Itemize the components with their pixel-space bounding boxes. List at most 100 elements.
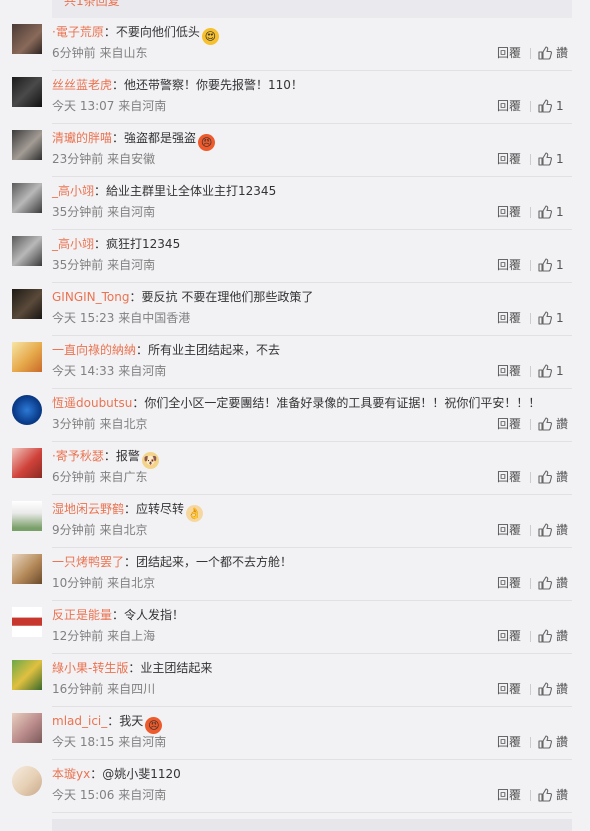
reply-button[interactable]: 回覆 [497, 626, 521, 646]
username-link[interactable]: _高小翊 [52, 184, 94, 198]
avatar[interactable] [12, 77, 42, 107]
action-separator [530, 578, 531, 589]
like-button[interactable]: 讚 [538, 626, 568, 646]
like-count: 1 [556, 258, 564, 272]
heart-eyes-emoji: 😍 [201, 28, 219, 45]
username-link[interactable]: 一只烤鸭罢了 [52, 555, 124, 569]
action-separator [530, 366, 531, 377]
thumbs-up-icon [538, 46, 552, 60]
username-link[interactable]: mlad_ici_ [52, 714, 107, 728]
comment-text: 不要向他们低头 [115, 25, 200, 39]
username-link[interactable]: 反正是能量 [52, 608, 112, 622]
reply-button[interactable]: 回覆 [497, 308, 521, 328]
reply-button[interactable]: 回覆 [497, 785, 521, 805]
like-button[interactable]: 讚 [538, 732, 568, 752]
username-link[interactable]: ·電子荒原 [52, 25, 104, 39]
avatar[interactable] [12, 183, 42, 213]
colon: ： [124, 555, 137, 569]
like-button[interactable]: 1 [538, 96, 564, 116]
username-link[interactable]: 一直向祿的納納 [52, 343, 136, 357]
colon: ： [112, 608, 125, 622]
like-button[interactable]: 讚 [538, 785, 568, 805]
ok-hand-emoji: 👌 [186, 505, 204, 522]
username-link[interactable]: 湿地闲云野鹤 [52, 502, 124, 516]
thumbs-up-icon [538, 735, 552, 749]
action-separator [530, 207, 531, 218]
comment-text: 所有业主团结起来，不去 [148, 343, 281, 357]
comment-text: 疯狂打12345 [106, 237, 181, 251]
reply-button[interactable]: 回覆 [497, 573, 521, 593]
colon: ： [128, 661, 141, 675]
like-button[interactable]: 讚 [538, 520, 568, 540]
like-button[interactable]: 1 [538, 202, 564, 222]
like-button[interactable]: 1 [538, 308, 564, 328]
like-button[interactable]: 讚 [538, 414, 568, 434]
username-link[interactable]: 清瓛的胖喵 [52, 131, 112, 145]
action-separator [530, 790, 531, 801]
comment-item: 湿地闲云野鹤：应转尽转 👌 9分钟前 来自北京 回覆讚 [0, 495, 590, 548]
comment-item: ·寄予秋瑟：报警 🐶 6分钟前 来自广东 回覆 讚 [0, 442, 590, 495]
username-link[interactable]: 丝丝蓝老虎 [52, 78, 112, 92]
like-button[interactable]: 1 [538, 255, 564, 275]
like-button[interactable]: 1 [538, 149, 564, 169]
like-label: 讚 [556, 417, 569, 431]
like-button[interactable]: 讚 [538, 467, 568, 487]
like-label: 讚 [556, 46, 569, 60]
angry-face-emoji: 😠 [198, 134, 216, 151]
comment-meta: 今天 13:07 来自河南 [52, 99, 167, 113]
comment-text-line: 一只烤鸭罢了：团结起来，一个都不去方舱！ [52, 552, 572, 572]
avatar[interactable] [12, 24, 42, 54]
username-link[interactable]: GINGIN_Tong [52, 290, 129, 304]
username-link[interactable]: _高小翊 [52, 237, 94, 251]
username-link[interactable]: 本璇yx [52, 767, 90, 781]
comment-text: 他还带警察！你要先报警！110！ [124, 78, 303, 92]
reply-button[interactable]: 回覆 [497, 361, 521, 381]
avatar[interactable] [12, 607, 42, 637]
comment-meta: 6分钟前 来自山东 [52, 46, 148, 60]
reply-count-link[interactable]: 共1条回复 [64, 0, 120, 9]
avatar[interactable] [12, 395, 42, 425]
thumbs-up-icon [538, 311, 552, 325]
like-button[interactable]: 讚 [538, 679, 568, 699]
reply-button[interactable]: 回覆 [497, 149, 521, 169]
thumbs-up-icon [538, 788, 552, 802]
thumbs-up-icon [538, 364, 552, 378]
like-button[interactable]: 1 [538, 361, 564, 381]
avatar[interactable] [12, 713, 42, 743]
reply-button[interactable]: 回覆 [497, 202, 521, 222]
avatar[interactable] [12, 660, 42, 690]
comment-text-line: 反正是能量：令人发指！ [52, 605, 572, 625]
reply-button[interactable]: 回覆 [497, 520, 521, 540]
avatar[interactable] [12, 448, 42, 478]
username-link[interactable]: ·寄予秋瑟 [52, 449, 104, 463]
like-button[interactable]: 讚 [538, 573, 568, 593]
username-link[interactable]: 恆遥doubutsu [52, 396, 132, 410]
reply-button[interactable]: 回覆 [497, 414, 521, 434]
avatar[interactable] [12, 342, 42, 372]
like-count: 1 [556, 364, 564, 378]
reply-button[interactable]: 回覆 [497, 96, 521, 116]
comment-meta: 12分钟前 来自上海 [52, 629, 156, 643]
thumbs-up-icon [538, 205, 552, 219]
comment-text-line: 湿地闲云野鹤：应转尽转 👌 [52, 499, 572, 522]
reply-button[interactable]: 回覆 [497, 467, 521, 487]
reply-button[interactable]: 回覆 [497, 679, 521, 699]
reply-button[interactable]: 回覆 [497, 732, 521, 752]
comment-item: 丝丝蓝老虎：他还带警察！你要先报警！110！ 今天 13:07 来自河南 回覆 1 [0, 71, 590, 124]
comment-meta: 今天 15:06 来自河南 [52, 788, 167, 802]
like-label: 讚 [556, 682, 569, 696]
like-button[interactable]: 讚 [538, 43, 568, 63]
avatar[interactable] [12, 289, 42, 319]
reply-count-bar[interactable]: 共1条回复 [52, 0, 572, 18]
avatar[interactable] [12, 236, 42, 266]
reply-button[interactable]: 回覆 [497, 255, 521, 275]
comment-meta: 10分钟前 来自北京 [52, 576, 156, 590]
action-separator [530, 154, 531, 165]
comment-meta: 9分钟前 来自北京 [52, 523, 148, 537]
username-link[interactable]: 綠小果-转生版 [52, 661, 128, 675]
reply-button[interactable]: 回覆 [497, 43, 521, 63]
avatar[interactable] [12, 501, 42, 531]
avatar[interactable] [12, 554, 42, 584]
avatar[interactable] [12, 130, 42, 160]
avatar[interactable] [12, 766, 42, 796]
